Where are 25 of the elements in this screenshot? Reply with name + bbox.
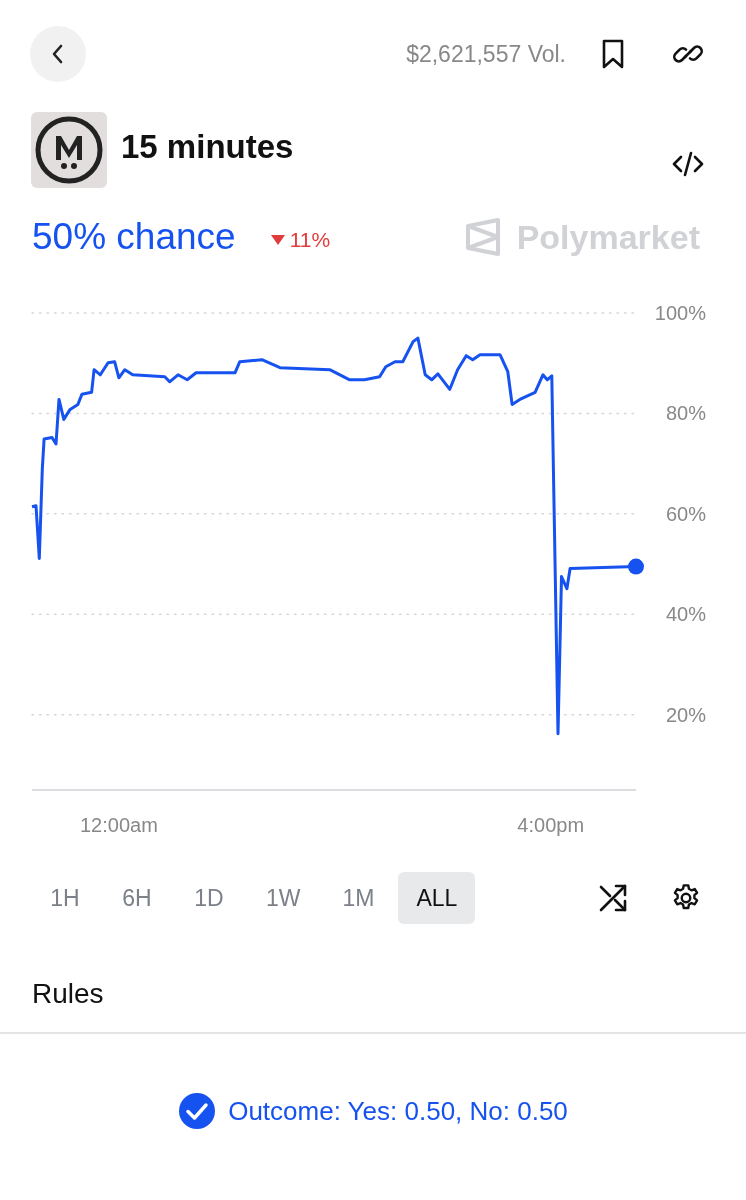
market-title: 15 minutes — [121, 128, 294, 166]
y-axis-label: 100% — [654, 302, 706, 324]
change-text: 11% — [289, 228, 331, 252]
time-range-tab[interactable]: 1H — [32, 872, 98, 924]
y-axis-label: 40% — [665, 603, 706, 626]
y-axis-label: 20% — [665, 703, 706, 726]
x-axis-label: 12:00am — [80, 814, 158, 836]
time-range-tab[interactable]: 1D — [176, 872, 242, 924]
outcome-text: Outcome: Yes: 0.50, No: 0.50 — [228, 1095, 568, 1127]
y-axis-label: 60% — [665, 502, 706, 525]
embed-code-icon[interactable] — [672, 150, 704, 178]
time-range-tab[interactable]: ALL — [398, 872, 476, 924]
bookmark-icon[interactable] — [600, 38, 626, 70]
time-range-tab[interactable]: 1M — [324, 872, 393, 924]
volume-text: $2,621,557 Vol. — [406, 40, 566, 68]
shuffle-icon[interactable] — [598, 883, 628, 913]
market-logo-icon — [31, 112, 107, 188]
x-axis-label: 4:00pm — [517, 814, 585, 836]
chance-text: 50% chance — [32, 216, 236, 258]
time-range-tab[interactable]: 6H — [104, 872, 170, 924]
time-range-tab[interactable]: 1W — [248, 872, 319, 924]
brand-logo-icon — [464, 218, 501, 256]
rules-heading[interactable]: Rules — [0, 924, 746, 1028]
current-point — [628, 558, 644, 575]
y-axis-label: 80% — [665, 402, 706, 425]
